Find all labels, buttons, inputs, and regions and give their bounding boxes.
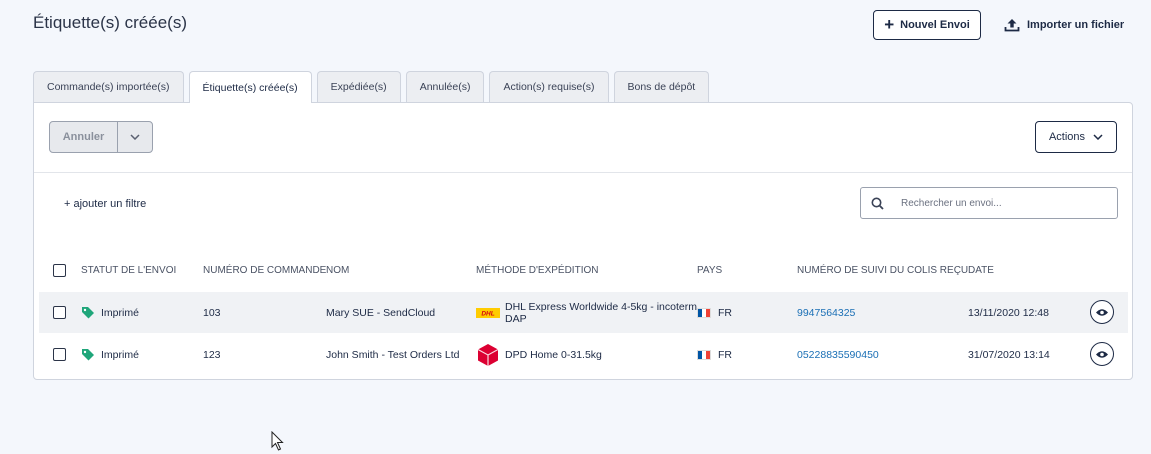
table-row[interactable]: Imprimé 123 John Smith - Test Orders Ltd… <box>39 334 1128 375</box>
tab-deposit-slips[interactable]: Bons de dépôt <box>613 71 710 102</box>
table-row[interactable]: Imprimé 103 Mary SUE - SendCloud DHL DHL… <box>39 292 1128 333</box>
recipient-name: Mary SUE - SendCloud <box>326 306 436 319</box>
column-header-order[interactable]: NUMÉRO DE COMMANDE <box>203 265 326 276</box>
chevron-down-icon <box>1093 134 1103 140</box>
dhl-logo-icon: DHL <box>476 307 500 318</box>
upload-icon <box>1004 19 1020 32</box>
chevron-down-icon <box>130 134 140 140</box>
france-flag-icon <box>697 307 711 318</box>
column-header-status[interactable]: STATUT DE L'ENVOI <box>81 265 176 276</box>
shipment-date: 13/11/2020 12:48 <box>968 306 1049 319</box>
tab-imported-orders[interactable]: Commande(s) importée(s) <box>33 71 184 102</box>
status-text: Imprimé <box>101 306 139 319</box>
search-box <box>860 187 1118 219</box>
toolbar-divider <box>34 172 1132 173</box>
shipping-method: DPD Home 0-31.5kg <box>505 348 602 361</box>
shipments-panel: Annuler Actions + ajouter un filtre STAT… <box>33 102 1133 380</box>
shipment-date: 31/07/2020 13:14 <box>968 348 1050 361</box>
column-header-method[interactable]: MÉTHODE D'EXPÉDITION <box>476 265 598 276</box>
cancel-button[interactable]: Annuler <box>50 122 118 152</box>
tab-label: Bons de dépôt <box>627 81 696 93</box>
row-checkbox[interactable] <box>53 348 66 361</box>
tab-action-required[interactable]: Action(s) requise(s) <box>489 71 609 102</box>
view-shipment-button[interactable] <box>1090 300 1114 324</box>
status-text: Imprimé <box>101 348 139 361</box>
tracking-number-link[interactable]: 9947564325 <box>797 292 855 333</box>
add-filter-link[interactable]: + ajouter un filtre <box>64 198 146 210</box>
table-header: STATUT DE L'ENVOI NUMÉRO DE COMMANDE NOM… <box>34 259 1132 283</box>
plus-icon: + <box>884 14 895 34</box>
status-cell: Imprimé <box>81 334 139 375</box>
actions-label: Actions <box>1048 131 1086 143</box>
new-shipment-button[interactable]: + Nouvel Envoi <box>873 10 981 40</box>
column-header-country[interactable]: PAYS <box>697 265 722 276</box>
cancel-split-button: Annuler <box>49 121 153 153</box>
tab-label: Commande(s) importée(s) <box>47 81 170 93</box>
tag-icon <box>82 307 94 319</box>
tab-created-labels[interactable]: Étiquette(s) créée(s) <box>188 71 312 103</box>
order-number: 123 <box>203 348 221 361</box>
column-header-name[interactable]: NOM <box>326 265 349 276</box>
actions-button[interactable]: Actions <box>1035 121 1117 153</box>
eye-icon <box>1096 350 1108 358</box>
country-code: FR <box>718 348 732 361</box>
column-header-date[interactable]: DATE <box>968 265 994 276</box>
mouse-cursor-icon <box>271 431 284 451</box>
search-input[interactable] <box>899 196 1117 210</box>
view-shipment-button[interactable] <box>1090 342 1114 366</box>
import-file-button[interactable]: Importer un fichier <box>1004 10 1124 40</box>
shipping-method-cell: DPD Home 0-31.5kg <box>476 334 602 375</box>
svg-text:DHL: DHL <box>481 310 494 317</box>
row-checkbox[interactable] <box>53 306 66 319</box>
recipient-name: John Smith - Test Orders Ltd <box>326 348 460 361</box>
france-flag-icon <box>697 349 711 360</box>
new-shipment-label: Nouvel Envoi <box>900 19 970 31</box>
country-cell: FR <box>697 292 732 333</box>
shipping-method: DHL Express Worldwide 4-5kg - incoterm D… <box>505 300 697 325</box>
page-title: Étiquette(s) créée(s) <box>33 13 187 32</box>
shipping-method-cell: DHL DHL Express Worldwide 4-5kg - incote… <box>476 292 705 333</box>
country-cell: FR <box>697 334 732 375</box>
search-icon <box>861 197 893 210</box>
tag-icon <box>82 349 94 361</box>
select-all-checkbox[interactable] <box>53 264 66 277</box>
import-file-label: Importer un fichier <box>1027 19 1125 31</box>
tracking-number-link[interactable]: 05228835590450 <box>797 334 879 375</box>
eye-icon <box>1096 308 1108 316</box>
tab-label: Action(s) requise(s) <box>503 81 595 93</box>
tab-cancelled[interactable]: Annulée(s) <box>405 71 485 102</box>
tab-label: Expédiée(s) <box>330 81 387 93</box>
tab-shipped[interactable]: Expédiée(s) <box>316 71 401 102</box>
dpd-logo-icon <box>477 343 499 366</box>
cancel-dropdown-toggle[interactable] <box>118 122 152 152</box>
order-number: 103 <box>203 306 221 319</box>
status-cell: Imprimé <box>81 292 139 333</box>
tab-label: Annulée(s) <box>419 81 471 93</box>
tab-bar: Commande(s) importée(s) Étiquette(s) cré… <box>33 71 710 103</box>
tab-label: Étiquette(s) créée(s) <box>202 81 298 94</box>
column-header-tracking[interactable]: NUMÉRO DE SUIVI DU COLIS REÇU <box>797 265 968 276</box>
country-code: FR <box>718 306 732 319</box>
